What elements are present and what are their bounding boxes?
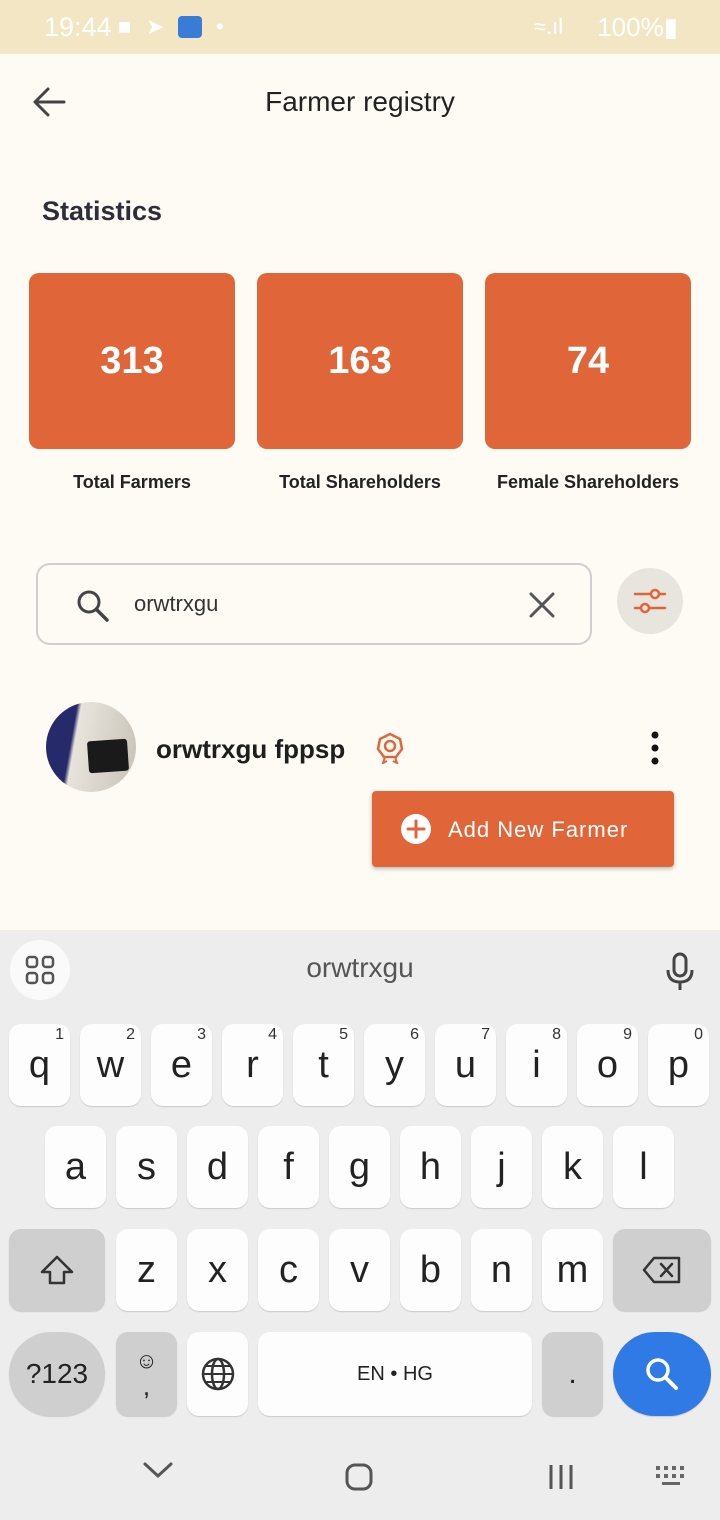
key-k[interactable]: k: [542, 1126, 603, 1208]
shift-key[interactable]: [9, 1229, 105, 1311]
farmer-name[interactable]: orwtrxgu fppsp: [156, 734, 345, 765]
microphone-icon[interactable]: [664, 952, 696, 992]
keyboard-suggestion[interactable]: orwtrxgu: [0, 952, 720, 984]
key-z[interactable]: z: [116, 1229, 177, 1311]
plus-circle-icon: [400, 813, 432, 845]
key-n[interactable]: n: [471, 1229, 532, 1311]
key-e[interactable]: e3: [151, 1024, 212, 1106]
add-new-farmer-label: Add New Farmer: [448, 817, 629, 842]
verified-badge-icon: [376, 732, 404, 765]
shift-icon: [40, 1255, 74, 1285]
stat-card-female-shareholders: 74: [485, 273, 691, 449]
dot-icon: •: [216, 14, 224, 39]
key-r[interactable]: r4: [222, 1024, 283, 1106]
key-c[interactable]: c: [258, 1229, 319, 1311]
wifi-signal-icon: ≈.ıl: [534, 14, 564, 39]
key-h[interactable]: h: [400, 1126, 461, 1208]
key-y[interactable]: y6: [364, 1024, 425, 1106]
backspace-icon: [642, 1256, 681, 1284]
search-value: orwtrxgu: [134, 591, 219, 616]
key-j[interactable]: j: [471, 1126, 532, 1208]
key-g[interactable]: g: [329, 1126, 390, 1208]
sliders-icon: [633, 588, 667, 614]
key-l[interactable]: l: [613, 1126, 674, 1208]
stat-label: Total Shareholders: [279, 472, 441, 492]
key-v[interactable]: v: [329, 1229, 390, 1311]
on-screen-keyboard: orwtrxgu q1 w2 e3 r4 t5 y6 u7 i8 o9 p0 a…: [0, 930, 720, 1520]
more-options-icon[interactable]: [640, 730, 670, 766]
space-key[interactable]: EN • HG: [258, 1332, 532, 1416]
key-q[interactable]: q1: [9, 1024, 70, 1106]
keyboard-switch-icon[interactable]: [654, 1464, 690, 1493]
battery-indicator: 100%▮: [597, 12, 678, 42]
telegram-icon: ➤: [146, 14, 165, 39]
key-d[interactable]: d: [187, 1126, 248, 1208]
status-bar: 19:44 ■ ➤ • ≈.ıl 100%▮: [0, 0, 720, 54]
stat-card-total-farmers: 313: [29, 273, 235, 449]
key-i[interactable]: i8: [506, 1024, 567, 1106]
key-u[interactable]: u7: [435, 1024, 496, 1106]
key-o[interactable]: o9: [577, 1024, 638, 1106]
stat-label: Female Shareholders: [496, 472, 680, 492]
search-key[interactable]: [613, 1332, 711, 1416]
stat-label: Total Farmers: [73, 472, 191, 492]
key-f[interactable]: f: [258, 1126, 319, 1208]
page-title: Farmer registry: [265, 86, 455, 117]
close-icon[interactable]: [528, 591, 556, 619]
search-icon: [646, 1358, 678, 1390]
section-title: Statistics: [42, 196, 163, 226]
key-b[interactable]: b: [400, 1229, 461, 1311]
language-key[interactable]: [187, 1332, 248, 1416]
key-w[interactable]: w2: [80, 1024, 141, 1106]
recent-apps-icon[interactable]: [547, 1462, 575, 1497]
hide-keyboard-icon[interactable]: [142, 1460, 174, 1485]
notification-icon: ■: [118, 14, 132, 39]
search-icon: [76, 589, 110, 623]
emoji-icon: ☺: [135, 1348, 158, 1373]
add-new-farmer-button[interactable]: Add New Farmer: [372, 791, 674, 867]
symbols-key[interactable]: ?123: [9, 1332, 105, 1416]
battery-percent: 100%: [597, 12, 664, 42]
key-p[interactable]: p0: [648, 1024, 709, 1106]
filter-button[interactable]: [617, 568, 683, 634]
key-s[interactable]: s: [116, 1126, 177, 1208]
key-m[interactable]: m: [542, 1229, 603, 1311]
key-x[interactable]: x: [187, 1229, 248, 1311]
globe-icon: [201, 1357, 234, 1391]
search-input[interactable]: orwtrxgu: [36, 563, 592, 645]
home-icon[interactable]: [344, 1462, 374, 1497]
period-key[interactable]: .: [542, 1332, 603, 1416]
backspace-key[interactable]: [613, 1229, 711, 1311]
emoji-comma-key[interactable]: ☺ ,: [116, 1332, 177, 1416]
key-t[interactable]: t5: [293, 1024, 354, 1106]
stat-card-total-shareholders: 163: [257, 273, 463, 449]
app-notification-icon: [178, 16, 202, 38]
status-time: 19:44: [44, 12, 112, 42]
avatar[interactable]: [46, 702, 136, 792]
key-a[interactable]: a: [45, 1126, 106, 1208]
